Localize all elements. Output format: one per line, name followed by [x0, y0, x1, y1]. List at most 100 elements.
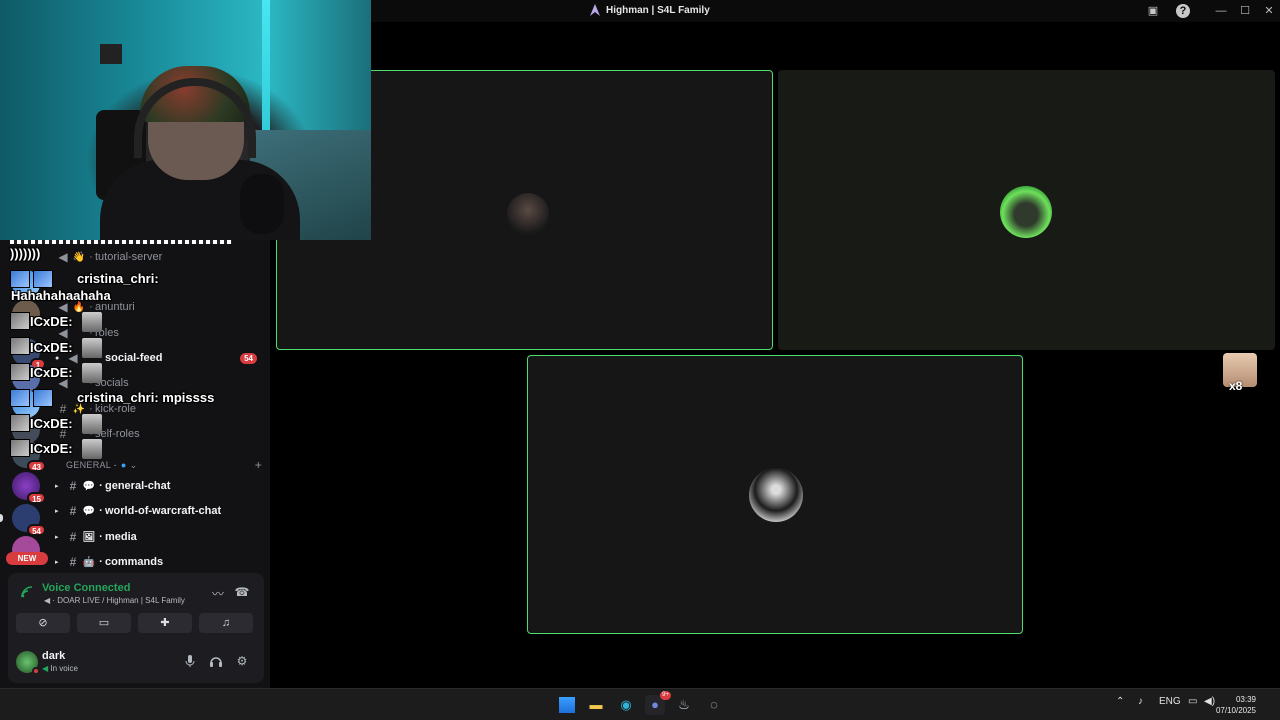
chat-message: ICxDE:: [30, 441, 73, 456]
channel-media[interactable]: ▸ # 🖼 · media: [55, 526, 265, 548]
chat-username: cristina_chri:: [77, 271, 159, 286]
category-label: GENERAL -: [66, 460, 117, 470]
chevron-up-icon[interactable]: ⌃: [1116, 696, 1124, 707]
minimize-button[interactable]: —: [1212, 3, 1230, 19]
chat-message: cristina_chri:: [77, 271, 159, 286]
hash-icon: #: [69, 530, 77, 544]
channel-emoji: 💬: [82, 505, 96, 517]
channel-name: world-of-warcraft-chat: [105, 505, 222, 517]
time: 03:39: [1235, 695, 1256, 704]
chat-avatar: [33, 270, 53, 288]
participant-avatar: [1000, 186, 1052, 238]
chat-username: ICxDE:: [30, 441, 73, 456]
chat-username: ICxDE:: [30, 340, 73, 355]
selected-server-indicator: [0, 514, 3, 522]
emote-sticker: [82, 363, 102, 383]
file-explorer-icon[interactable]: ▬: [586, 695, 606, 715]
chat-avatar: [10, 363, 30, 381]
chat-message: Hahahahaahaha: [11, 288, 111, 303]
headphones-icon[interactable]: [208, 654, 224, 670]
avatar[interactable]: [16, 651, 40, 675]
stream-chat-overlay: ))))))) cristina_chri: Hahahahaahaha ICx…: [0, 240, 270, 460]
clock[interactable]: 03:39 07/10/2025: [1216, 694, 1256, 716]
microphone-tray-icon[interactable]: ♪: [1138, 696, 1143, 707]
channel-emoji: 💬: [82, 480, 96, 492]
participant-avatar: [749, 468, 803, 522]
chat-username: ICxDE:: [30, 314, 73, 329]
hash-icon: #: [69, 504, 77, 518]
channel-name: media: [105, 531, 137, 543]
channel-name: commands: [105, 556, 164, 568]
chat-message: ICxDE:: [30, 340, 73, 355]
server-icon[interactable]: 54: [12, 504, 46, 536]
chat-header: ))))))): [10, 246, 41, 261]
activities-button[interactable]: ✚: [138, 613, 192, 633]
overflow-participants[interactable]: x8: [1223, 353, 1257, 393]
chat-avatar: [10, 439, 30, 457]
video-tile-3[interactable]: [527, 355, 1023, 634]
user-panel[interactable]: dark ◀ In voice ⚙: [16, 646, 256, 676]
windows-start-icon[interactable]: [559, 697, 575, 713]
emote-sticker: [82, 312, 102, 332]
window-title: Highman | S4L Family: [590, 4, 710, 16]
chat-avatar: [33, 389, 53, 407]
channel-world-of-warcraft-chat[interactable]: ▸ # 💬 · world-of-warcraft-chat: [55, 500, 265, 522]
inbox-icon[interactable]: ▣: [1146, 4, 1160, 18]
emote-sticker: [82, 414, 102, 434]
server-badge: 15: [27, 492, 46, 504]
chat-message: ICxDE:: [30, 314, 73, 329]
chevron-down-icon: ⌄: [129, 459, 138, 470]
unread-indicator: ▸: [55, 534, 59, 541]
channel-emoji: 🖼: [82, 531, 96, 543]
screen-share-icon: ▭: [98, 617, 110, 629]
add-channel-button[interactable]: +: [255, 458, 262, 472]
chat-text: Hahahahaahaha: [11, 288, 111, 303]
participant-avatar: [507, 193, 549, 235]
video-tile-2[interactable]: [778, 70, 1275, 350]
channel-commands[interactable]: ▸ # 🤖 · commands: [55, 551, 265, 573]
server-badge: 43: [27, 460, 46, 472]
channel-general-chat[interactable]: ▸ # 💬 · general-chat: [55, 475, 265, 497]
language-indicator[interactable]: ENG: [1159, 696, 1181, 707]
network-icon[interactable]: ▭: [1188, 696, 1197, 707]
voice-panel: Voice Connected ◀ · DOAR LIVE / Highman …: [8, 573, 264, 683]
steam-icon[interactable]: ♨: [674, 695, 694, 715]
chat-username: ICxDE:: [30, 365, 73, 380]
unread-indicator: ▸: [55, 483, 59, 490]
screen-share-button[interactable]: ▭: [77, 613, 131, 633]
microphone-icon[interactable]: [182, 654, 198, 670]
chat-username: cristina_chri:: [77, 390, 159, 405]
emote-sticker: [82, 439, 102, 459]
chat-message: ICxDE:: [30, 416, 73, 431]
user-status: ◀ In voice: [42, 664, 78, 673]
camera-off-icon: ⊘: [38, 617, 48, 629]
help-icon[interactable]: ?: [1176, 4, 1190, 18]
globe-icon: ●: [120, 460, 127, 470]
channel-name: general-chat: [105, 480, 171, 492]
soundboard-button[interactable]: ♫: [199, 613, 253, 633]
discord-icon[interactable]: ● 9+: [645, 691, 671, 715]
disconnect-icon[interactable]: ☎: [234, 585, 250, 601]
gear-icon[interactable]: ⚙: [234, 654, 250, 670]
chat-avatar: [10, 270, 30, 288]
webcam-overlay: [0, 0, 371, 240]
unread-indicator: ▸: [55, 508, 59, 515]
overlay-divider: [10, 240, 232, 244]
notification-badge: 9+: [660, 691, 671, 700]
volume-icon[interactable]: ◀): [1204, 696, 1215, 707]
chat-avatar: [10, 414, 30, 432]
app-icon[interactable]: ◌: [704, 695, 724, 715]
channel-emoji: 🤖: [82, 556, 96, 568]
server-icon[interactable]: 15: [12, 472, 46, 504]
window-title-text: Highman | S4L Family: [606, 4, 710, 16]
noise-suppression-icon[interactable]: 〰: [210, 585, 226, 601]
category-general[interactable]: GENERAL - ● ⌄ +: [66, 458, 262, 472]
close-button[interactable]: ✕: [1260, 3, 1278, 19]
edge-icon[interactable]: ◉: [616, 695, 636, 715]
maximize-button[interactable]: ☐: [1236, 3, 1254, 19]
camera-toggle-button[interactable]: ⊘: [16, 613, 70, 633]
server-badge: 54: [27, 524, 46, 536]
signal-icon[interactable]: [20, 585, 34, 599]
server-logo-icon: [590, 4, 600, 16]
voice-status[interactable]: Voice Connected: [42, 582, 130, 594]
